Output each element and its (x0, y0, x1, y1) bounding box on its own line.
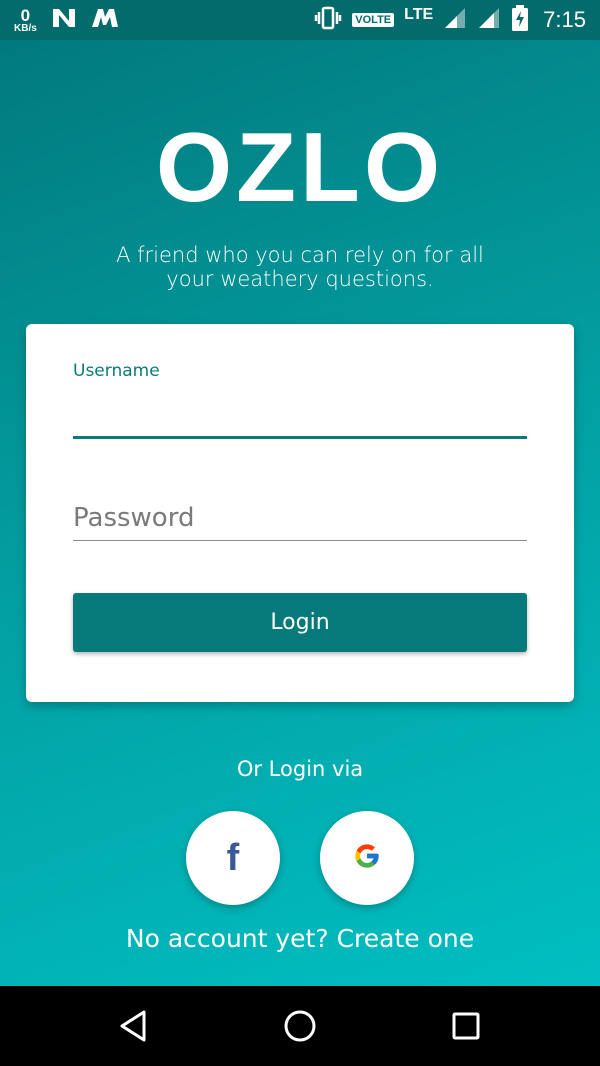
status-bar-right: VOLTE LTE 7:15 (314, 0, 586, 40)
or-login-via-label: Or Login via (236, 757, 364, 781)
network-speed-value: 0 (20, 5, 31, 25)
home-icon[interactable] (282, 1008, 318, 1044)
login-card: Username Login (26, 324, 574, 702)
clock: 7:15 (543, 7, 586, 32)
network-speed-unit: KB/s (14, 22, 37, 34)
recent-apps-icon[interactable] (448, 1008, 484, 1044)
tagline: A friend who you can rely on for all you… (116, 243, 484, 291)
status-bar: 0 KB/s VOLTE LTE 7:15 (0, 0, 600, 40)
google-login-button[interactable] (320, 811, 414, 905)
vibrate-icon (314, 6, 342, 34)
password-input[interactable] (73, 496, 527, 541)
signal-icon-1 (443, 7, 467, 33)
username-input[interactable] (73, 392, 527, 439)
google-icon (353, 842, 381, 874)
create-account-link[interactable]: No account yet? Create one (0, 924, 600, 953)
m-notification-icon (91, 8, 119, 32)
status-bar-left: 0 KB/s (14, 4, 119, 36)
navigation-bar (0, 986, 600, 1066)
facebook-icon: f (226, 836, 240, 879)
back-icon[interactable] (116, 1008, 152, 1044)
login-button[interactable]: Login (73, 593, 527, 652)
username-label: Username (73, 361, 160, 381)
n-notification-icon (51, 7, 77, 33)
app-logo: OZLO (155, 112, 445, 222)
battery-charging-icon (511, 5, 529, 35)
network-speed: 0 KB/s (14, 7, 37, 34)
volte-badge: VOLTE (352, 13, 395, 27)
signal-icon-2 (477, 7, 501, 33)
facebook-login-button[interactable]: f (186, 811, 280, 905)
lte-label: LTE (404, 6, 434, 23)
